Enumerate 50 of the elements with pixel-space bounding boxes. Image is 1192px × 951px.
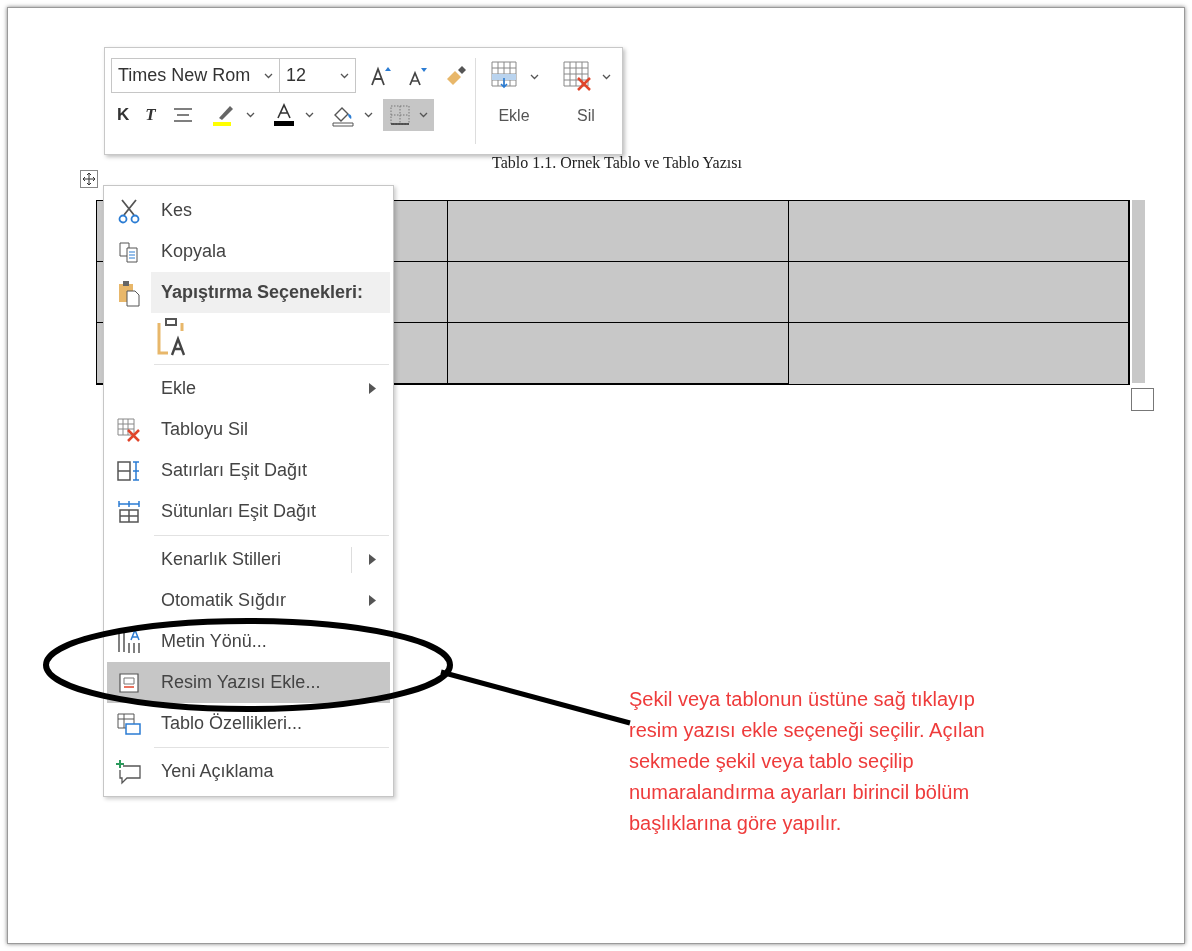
chevron-down-icon [264, 72, 273, 79]
font-name-field[interactable]: Times New Rom [111, 58, 280, 93]
distribute-columns-icon [117, 499, 141, 524]
font-size-field[interactable]: 12 [280, 58, 356, 93]
chevron-down-icon [245, 112, 255, 118]
scissors-icon [117, 197, 141, 224]
caption-icon [118, 671, 140, 694]
align-icon [171, 106, 194, 124]
move-icon [83, 173, 95, 185]
table-properties-icon [116, 711, 142, 736]
menu-item[interactable]: Yeni Açıklama [107, 751, 390, 792]
copy-icon [117, 239, 141, 264]
menu-item[interactable]: Kenarlık Stilleri [107, 539, 390, 580]
menu-item[interactable]: Tablo Özellikleri... [107, 703, 390, 744]
delete-button[interactable]: Sil [556, 58, 616, 144]
button-label: Sil [577, 106, 595, 126]
bold-button[interactable]: K [111, 100, 136, 130]
menu-item[interactable]: Ekle [107, 368, 390, 409]
button-label: Ekle [498, 106, 530, 126]
borders-button[interactable] [382, 99, 434, 131]
borders-icon [388, 104, 411, 126]
distribute-rows-icon [116, 459, 142, 482]
menu-header: Yapıştırma Seçenekleri: [151, 272, 390, 313]
delete-table-icon [116, 416, 142, 443]
font-name-value: Times New Rom [118, 64, 251, 87]
chevron-down-icon [340, 72, 349, 79]
menu-item[interactable]: Resim Yazısı Ekle... [107, 662, 390, 703]
menu-item[interactable]: Tabloyu Sil [107, 409, 390, 450]
new-comment-icon [115, 758, 143, 785]
italic-button[interactable]: T [139, 100, 162, 130]
menu-item[interactable]: Kopyala [107, 231, 390, 272]
chevron-down-icon [418, 112, 428, 118]
move-handle[interactable] [80, 170, 98, 188]
menu-item[interactable]: Kes [107, 190, 390, 231]
menu-item[interactable]: Otomatik Sığdır [107, 580, 390, 621]
resize-handle[interactable] [1131, 388, 1154, 411]
font-size-value: 12 [286, 64, 307, 87]
chevron-down-icon [601, 74, 611, 80]
menu-item[interactable]: Metin Yönü... [107, 621, 390, 662]
chevron-down-icon [529, 74, 539, 80]
table-caption: Tablo 1.1. Ornek Tablo ve Tablo Yazısı [491, 153, 743, 173]
insert-button[interactable]: Ekle [484, 58, 544, 144]
shrink-font-icon [408, 65, 428, 86]
menu-item[interactable]: Satırları Eşit Dağıt [107, 450, 390, 491]
menu-item[interactable]: Sütunları Eşit Dağıt [107, 491, 390, 532]
chevron-down-icon [363, 112, 373, 118]
annotation-note: Şekil veya tablonun üstüne sağ tıklayıp resim yazısı ekle seçeneği seçilir. Açılan sekmede şekil veya tablo seçilip numaralandırma ayarları birincil bölüm başlıklarına göre yapılır. [629, 687, 986, 836]
text-direction-icon [116, 628, 142, 655]
chevron-down-icon [304, 112, 314, 118]
clipboard-icon [117, 278, 141, 307]
